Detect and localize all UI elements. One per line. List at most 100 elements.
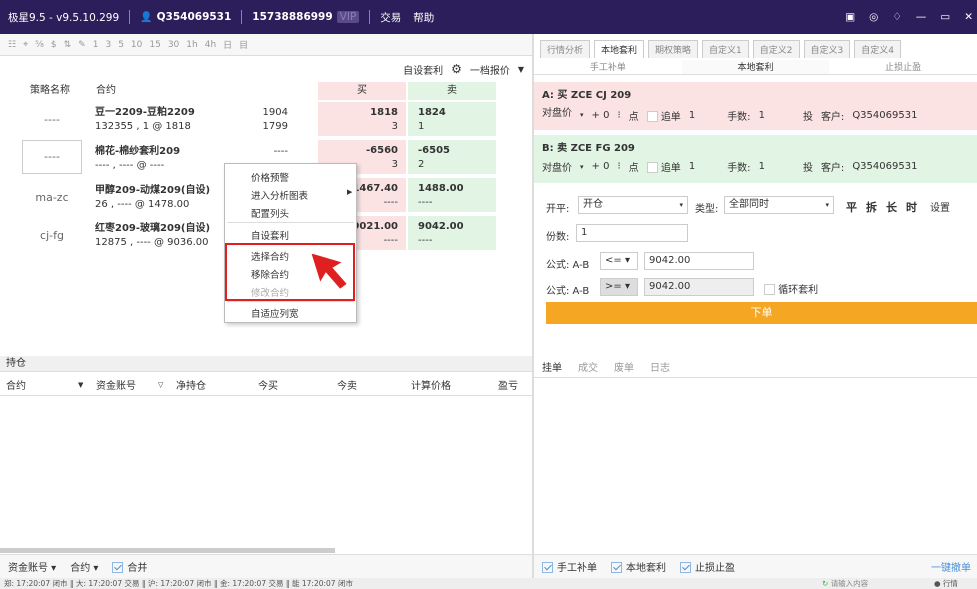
type-select[interactable]: 全部同时 ▾ xyxy=(724,196,834,214)
period-4h[interactable]: 4h xyxy=(205,40,216,50)
period-10[interactable]: 10 xyxy=(131,40,142,50)
subtab-manual[interactable]: 手工补单 xyxy=(534,60,682,74)
btn-ping[interactable]: 平 xyxy=(846,199,857,215)
spinner-icon[interactable]: ⁝ xyxy=(617,110,620,121)
chevron-down-icon[interactable]: ▼ xyxy=(518,65,524,74)
leg-b-spec[interactable]: 投 xyxy=(803,159,813,174)
toolbar-item[interactable]: ⅝ xyxy=(35,40,44,50)
phone-number[interactable]: 15738886999 xyxy=(252,11,332,23)
leg-b-price-type[interactable]: 对盘价 xyxy=(542,159,572,174)
loop-arb-checkbox[interactable]: 循环套利 xyxy=(764,281,818,296)
tab-custom-4[interactable]: 自定义4 xyxy=(854,40,901,58)
tab-filled[interactable]: 成交 xyxy=(578,359,598,374)
toolbar-item[interactable]: ⌖ xyxy=(23,40,28,50)
toolbar-item[interactable]: ✎ xyxy=(78,40,86,50)
period-1[interactable]: 1 xyxy=(93,40,99,50)
toolbar-item[interactable]: $ xyxy=(51,40,57,50)
menu-custom-arb[interactable]: 自设套利 xyxy=(251,228,289,242)
stop-checkbox[interactable]: 止损止盈 xyxy=(680,559,735,574)
subtab-local-arb[interactable]: 本地套利 xyxy=(681,60,830,74)
leg-a-lots[interactable]: 1 xyxy=(759,110,765,121)
strategy-cell[interactable]: ---- xyxy=(22,104,82,138)
pos-col-today-sell[interactable]: 今卖 xyxy=(337,377,357,392)
period-15[interactable]: 15 xyxy=(149,40,160,50)
toolbar-item[interactable]: ⇅ xyxy=(64,40,72,50)
col-sell[interactable]: 卖 xyxy=(408,82,496,100)
account-id[interactable]: Q354069531 xyxy=(157,11,232,23)
merge-checkbox[interactable]: 合并 xyxy=(112,559,147,574)
tab-custom-3[interactable]: 自定义3 xyxy=(803,40,851,58)
contract-name[interactable]: 红枣209-玻璃209(自设) xyxy=(95,222,210,236)
manual-checkbox[interactable]: 手工补单 xyxy=(542,559,597,574)
pos-col-calc-price[interactable]: 计算价格 xyxy=(411,377,451,392)
btn-shi[interactable]: 时 xyxy=(906,199,917,215)
menu-enter-chart[interactable]: 进入分析图表 xyxy=(251,188,308,202)
leg-a-customer-id[interactable]: Q354069531 xyxy=(852,110,917,121)
cancel-all-button[interactable]: 一键撤单 xyxy=(931,559,971,574)
leg-b-chase-value[interactable]: 1 xyxy=(689,161,695,172)
btn-chang[interactable]: 长 xyxy=(886,199,897,215)
leg-a-chase-value[interactable]: 1 xyxy=(689,110,695,121)
maximize-icon[interactable]: ▭ xyxy=(940,11,950,23)
contract-name[interactable]: 甲醇209-动煤209(自设) xyxy=(95,184,210,198)
period-multi[interactable]: 目 xyxy=(239,38,248,51)
period-30[interactable]: 30 xyxy=(168,40,179,50)
sell-cell[interactable]: 9042.00 ---- xyxy=(408,216,496,250)
chevron-down-icon[interactable]: ▼ xyxy=(78,381,83,389)
quote-mode-dropdown[interactable]: 一档报价 xyxy=(470,62,510,77)
leg-b-lots[interactable]: 1 xyxy=(759,161,765,172)
open-select[interactable]: 开仓 ▾ xyxy=(578,196,688,214)
tab-pending[interactable]: 挂单 xyxy=(542,359,562,374)
subtab-stop[interactable]: 止损止盈 xyxy=(829,60,977,74)
chevron-down-icon[interactable]: ▾ xyxy=(580,111,584,119)
col-strategy[interactable]: 策略名称 xyxy=(30,82,70,100)
btn-chai[interactable]: 拆 xyxy=(866,199,877,215)
strategy-cell[interactable]: cj-fg xyxy=(22,220,82,254)
formula2-value[interactable]: 9042.00 xyxy=(644,278,754,296)
leg-a-chase-checkbox[interactable]: 追单 xyxy=(646,108,681,123)
chevron-down-icon[interactable]: ▾ xyxy=(580,163,584,171)
strategy-cell[interactable]: ---- xyxy=(22,140,82,174)
formula1-op[interactable]: <= ▾ xyxy=(600,252,638,270)
menu-config-header[interactable]: 配置列头 xyxy=(251,206,289,220)
contract-dropdown[interactable]: 合约 ▾ xyxy=(70,559,98,574)
leg-b-chase-checkbox[interactable]: 追单 xyxy=(646,159,681,174)
minimize-icon[interactable]: — xyxy=(916,11,927,23)
tab-option-strategy[interactable]: 期权策略 xyxy=(648,40,699,58)
period-day[interactable]: 日 xyxy=(223,38,232,51)
leg-a-spec[interactable]: 投 xyxy=(803,108,813,123)
period-3[interactable]: 3 xyxy=(105,40,111,50)
period-5[interactable]: 5 xyxy=(118,40,124,50)
sell-cell[interactable]: -6505 2 xyxy=(408,140,496,174)
local-arb-checkbox[interactable]: 本地套利 xyxy=(611,559,666,574)
col-buy[interactable]: 买 xyxy=(318,82,406,100)
leg-a-offset[interactable]: + 0 xyxy=(592,110,610,121)
pos-col-today-buy[interactable]: 今买 xyxy=(258,377,278,392)
leg-b-customer-id[interactable]: Q354069531 xyxy=(852,161,917,172)
qty-input[interactable]: 1 xyxy=(576,224,688,242)
spinner-icon[interactable]: ⁝ xyxy=(617,161,620,172)
period-1h[interactable]: 1h xyxy=(186,40,197,50)
close-icon[interactable]: ✕ xyxy=(964,11,973,23)
menu-auto-width[interactable]: 自适应列宽 xyxy=(251,306,299,320)
settings-button[interactable]: 设置 xyxy=(930,199,950,214)
pos-col-net[interactable]: 净持仓 xyxy=(176,377,206,392)
toolbar-item[interactable]: ☷ xyxy=(8,40,16,50)
formula2-op[interactable]: >= ▾ xyxy=(600,278,638,296)
sell-cell[interactable]: 1824 1 xyxy=(408,102,496,136)
tab-custom-1[interactable]: 自定义1 xyxy=(702,40,749,58)
submit-order-button[interactable]: 下单 xyxy=(546,302,977,324)
pos-col-contract[interactable]: 合约 xyxy=(6,377,26,392)
layout-icon[interactable]: ▣ xyxy=(845,11,855,23)
tab-market-analysis[interactable]: 行情分析 xyxy=(540,40,591,58)
settings-icon[interactable]: ◎ xyxy=(869,11,878,23)
sell-cell[interactable]: 1488.00 ---- xyxy=(408,178,496,212)
menu-price-alert[interactable]: 价格预警 xyxy=(251,170,289,184)
leg-a-price-type[interactable]: 对盘价 xyxy=(542,106,572,124)
contract-name[interactable]: 棉花-棉纱套利209 xyxy=(95,145,180,159)
fund-account-dropdown[interactable]: 资金账号 ▾ xyxy=(8,559,56,574)
market-status[interactable]: ● 行情 xyxy=(930,578,962,589)
strategy-cell[interactable]: ma-zc xyxy=(22,182,82,216)
h-scrollbar[interactable] xyxy=(0,548,335,553)
buy-cell[interactable]: 1818 3 xyxy=(318,102,406,136)
